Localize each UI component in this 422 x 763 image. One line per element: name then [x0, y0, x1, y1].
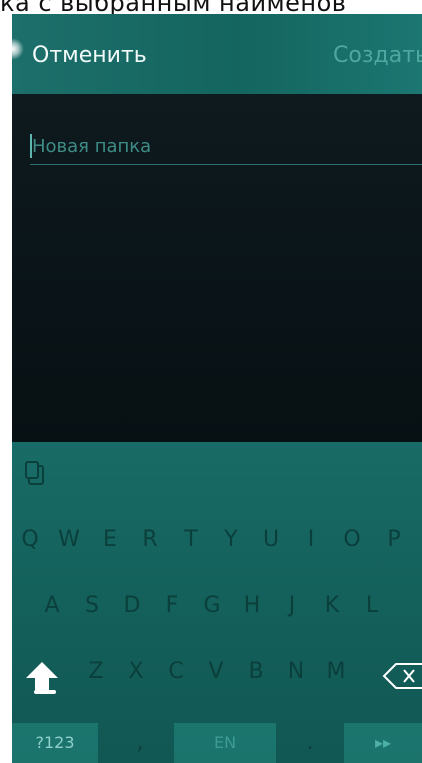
enter-key-icon[interactable]: ▸▸ [344, 723, 422, 763]
folder-name-field[interactable]: Новая папка [30, 130, 422, 165]
key-y[interactable]: Y [219, 526, 243, 554]
language-key[interactable]: EN [174, 723, 276, 763]
period-key[interactable]: . [290, 723, 330, 763]
key-z[interactable]: Z [84, 658, 108, 686]
create-button[interactable]: Создать [333, 42, 422, 70]
screen: ка с выбранным наименов Отменить Создать… [0, 0, 422, 763]
key-g[interactable]: G [200, 592, 224, 620]
new-folder-dialog: Отменить Создать Новая папка Q W E R T Y… [12, 14, 422, 763]
key-k[interactable]: K [320, 592, 344, 620]
key-e[interactable]: E [98, 526, 122, 554]
key-l[interactable]: L [360, 592, 384, 620]
comma-key[interactable]: , [120, 723, 160, 763]
keyboard-bottom-row: ?123 , EN . ▸▸ [12, 723, 422, 763]
dialog-header: Отменить Создать [12, 14, 422, 94]
dialog-content: Новая папка [12, 94, 422, 442]
pulley-glow-indicator [12, 38, 24, 60]
key-a[interactable]: A [40, 592, 64, 620]
key-w[interactable]: W [57, 526, 81, 554]
clipboard-icon[interactable] [24, 460, 46, 486]
key-x[interactable]: X [124, 658, 148, 686]
backspace-icon[interactable] [382, 660, 422, 692]
folder-name-placeholder: Новая папка [32, 136, 152, 157]
key-d[interactable]: D [120, 592, 144, 620]
field-underline [30, 164, 422, 165]
key-c[interactable]: C [164, 658, 188, 686]
virtual-keyboard: Q W E R T Y U I O P A S D F G H J K L Z … [12, 442, 422, 763]
key-m[interactable]: M [324, 658, 348, 686]
key-o[interactable]: O [340, 526, 364, 554]
key-j[interactable]: J [280, 592, 304, 620]
symbols-key[interactable]: ?123 [12, 723, 98, 763]
shift-active-indicator [34, 690, 56, 694]
key-r[interactable]: R [138, 526, 162, 554]
key-b[interactable]: B [244, 658, 268, 686]
cut-off-caption: ка с выбранным наименов [0, 0, 347, 14]
key-i[interactable]: I [299, 526, 323, 554]
cancel-button[interactable]: Отменить [32, 42, 147, 70]
key-n[interactable]: N [284, 658, 308, 686]
key-s[interactable]: S [80, 592, 104, 620]
key-u[interactable]: U [259, 526, 283, 554]
key-q[interactable]: Q [18, 526, 42, 554]
key-v[interactable]: V [204, 658, 228, 686]
key-p[interactable]: P [382, 526, 406, 554]
key-h[interactable]: H [240, 592, 264, 620]
key-f[interactable]: F [160, 592, 184, 620]
key-t[interactable]: T [179, 526, 203, 554]
